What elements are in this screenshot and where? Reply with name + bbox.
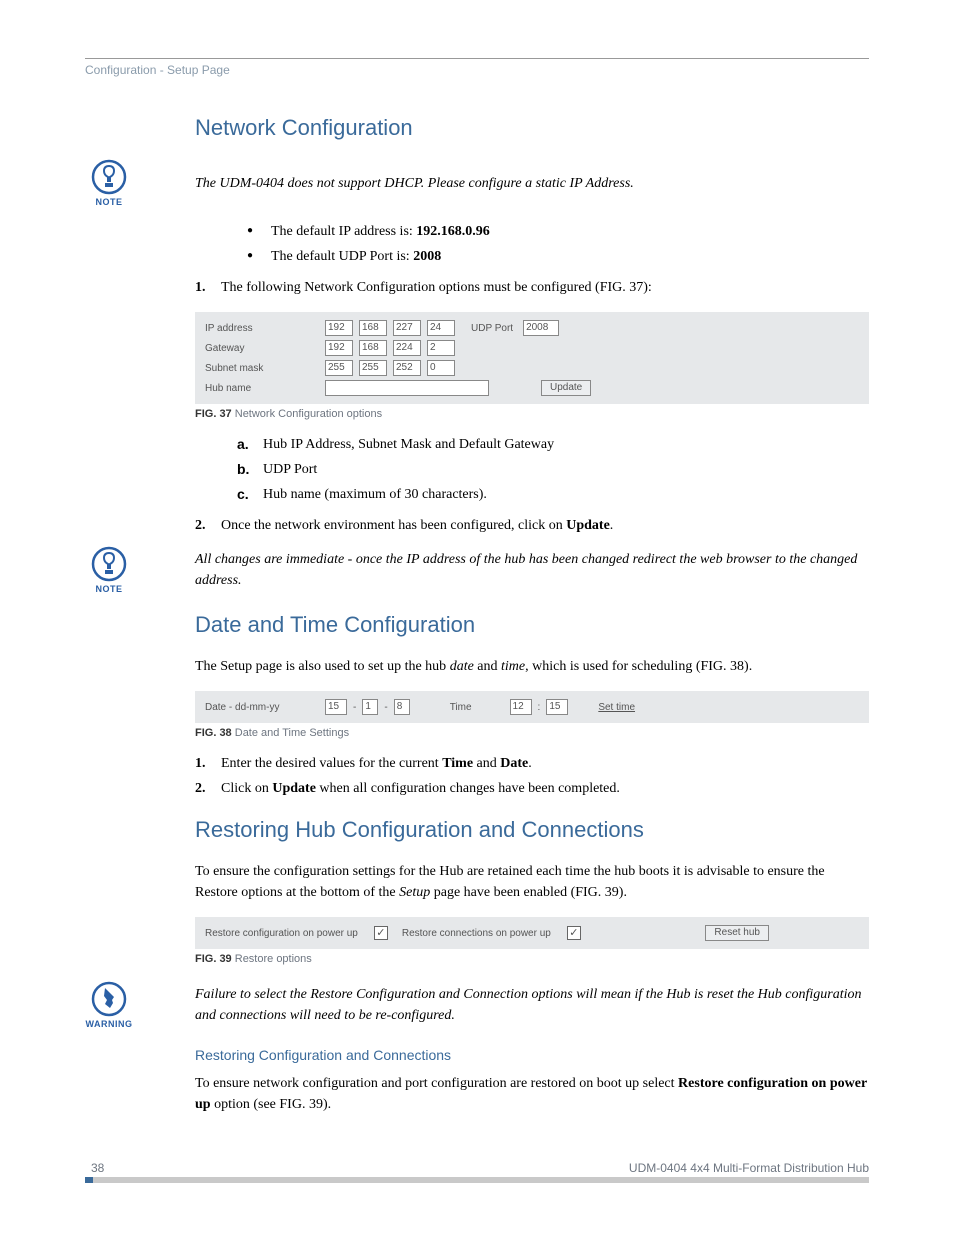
ip-octet-4[interactable]: 24 (427, 320, 455, 336)
date-yy[interactable]: 8 (394, 699, 410, 715)
step-1-datetime: 1.Enter the desired values for the curre… (195, 753, 869, 774)
mask-octet-1[interactable]: 255 (325, 360, 353, 376)
restore-intro: To ensure the configuration settings for… (195, 861, 869, 903)
bullet-default-udp: The default UDP Port is: 2008 (265, 246, 869, 267)
breadcrumb: Configuration - Setup Page (85, 63, 869, 77)
step-1-network: 1.The following Network Configuration op… (195, 277, 869, 298)
date-label: Date - dd-mm-yy (205, 702, 319, 713)
note-text: The UDM-0404 does not support DHCP. Plea… (195, 173, 634, 194)
mask-octet-3[interactable]: 252 (393, 360, 421, 376)
time-hh[interactable]: 12 (510, 699, 532, 715)
gw-octet-4[interactable]: 2 (427, 340, 455, 356)
warning-text: Failure to select the Restore Configurat… (195, 984, 869, 1026)
note-text: All changes are immediate - once the IP … (195, 549, 869, 591)
restore-config-checkbox[interactable] (374, 926, 388, 940)
step-2-network: 2.Once the network environment has been … (195, 515, 869, 536)
restore-config-label: Restore configuration on power up (205, 928, 358, 939)
ip-octet-2[interactable]: 168 (359, 320, 387, 336)
heading-date-time: Date and Time Configuration (195, 612, 869, 638)
mask-octet-4[interactable]: 0 (427, 360, 455, 376)
ip-octet-1[interactable]: 192 (325, 320, 353, 336)
substep-c: c.Hub name (maximum of 30 characters). (237, 484, 869, 505)
figure-39-caption: FIG. 39 Restore options (195, 953, 869, 965)
figure-37: IP address 192 168 227 24 UDP Port 2008 … (195, 312, 869, 404)
date-mm[interactable]: 1 (362, 699, 378, 715)
reset-hub-button[interactable]: Reset hub (705, 925, 769, 941)
mask-octet-2[interactable]: 255 (359, 360, 387, 376)
figure-39: Restore configuration on power up Restor… (195, 917, 869, 949)
substep-a: a.Hub IP Address, Subnet Mask and Defaul… (237, 434, 869, 455)
udp-port-input[interactable]: 2008 (523, 320, 559, 336)
udp-port-label: UDP Port (471, 323, 513, 334)
figure-38-caption: FIG. 38 Date and Time Settings (195, 727, 869, 739)
figure-38: Date - dd-mm-yy 15- 1- 8 Time 12: 15 Set… (195, 691, 869, 723)
heading-restoring: Restoring Hub Configuration and Connecti… (195, 817, 869, 843)
footer-bar (85, 1177, 869, 1183)
update-button[interactable]: Update (541, 380, 591, 396)
gw-octet-3[interactable]: 224 (393, 340, 421, 356)
note-icon: NOTE (85, 159, 133, 207)
page-number: 38 (91, 1161, 104, 1175)
date-dd[interactable]: 15 (325, 699, 347, 715)
subheading-restoring: Restoring Configuration and Connections (195, 1047, 869, 1063)
substep-b: b.UDP Port (237, 459, 869, 480)
restore-para: To ensure network configuration and port… (195, 1073, 869, 1115)
set-time-link[interactable]: Set time (598, 702, 635, 713)
time-mm[interactable]: 15 (546, 699, 568, 715)
figure-37-caption: FIG. 37 Network Configuration options (195, 408, 869, 420)
ip-address-label: IP address (205, 323, 319, 334)
note-icon: NOTE (85, 546, 133, 594)
footer-doc-title: UDM-0404 4x4 Multi-Format Distribution H… (629, 1161, 869, 1175)
bullet-default-ip: The default IP address is: 192.168.0.96 (265, 221, 869, 242)
hub-name-input[interactable] (325, 380, 489, 396)
heading-network-configuration: Network Configuration (195, 115, 869, 141)
hub-name-label: Hub name (205, 383, 319, 394)
step-2-datetime: 2.Click on Update when all configuration… (195, 778, 869, 799)
time-label: Time (450, 702, 472, 713)
gw-octet-2[interactable]: 168 (359, 340, 387, 356)
datetime-intro: The Setup page is also used to set up th… (195, 656, 869, 677)
subnet-mask-label: Subnet mask (205, 363, 319, 374)
ip-octet-3[interactable]: 227 (393, 320, 421, 336)
gateway-label: Gateway (205, 343, 319, 354)
warning-icon: WARNING (85, 981, 133, 1029)
restore-connections-label: Restore connections on power up (402, 928, 551, 939)
restore-connections-checkbox[interactable] (567, 926, 581, 940)
gw-octet-1[interactable]: 192 (325, 340, 353, 356)
